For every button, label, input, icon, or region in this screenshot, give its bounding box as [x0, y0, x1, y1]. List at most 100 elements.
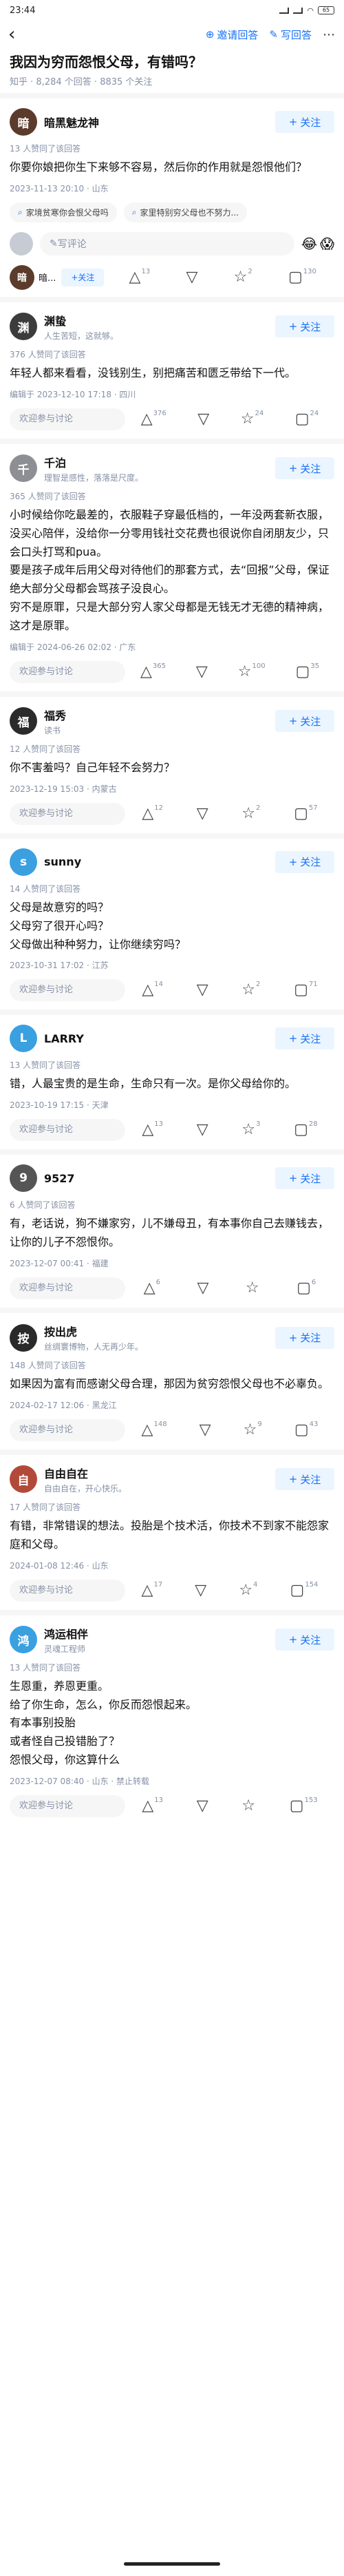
author-name[interactable]: 按出虎 [44, 1323, 275, 1339]
question-title[interactable]: 我因为穷而怨恨父母，有错吗？ [10, 52, 334, 72]
downvote-button[interactable]: ▽ [196, 664, 208, 680]
answer-body[interactable]: 你要你娘把你生下来够不容易，然后你的作用就是怨恨他们？ [10, 158, 334, 177]
author-name[interactable]: 鸿运相伴 [44, 1625, 275, 1642]
back-arrow-icon[interactable]: ‹ [8, 25, 29, 43]
comment-button[interactable]: ▢ 35 [295, 662, 319, 680]
author-name[interactable]: 暗黑魅龙神 [44, 114, 275, 130]
avatar[interactable]: 暗 [10, 264, 34, 290]
follow-button[interactable]: + 关注 [275, 710, 334, 733]
write-answer-button[interactable]: ✎ 写回答 [269, 28, 312, 42]
answer-body[interactable]: 你不害羞吗？自己年轻不会努力？ [10, 759, 334, 777]
follow-button[interactable]: + 关注 [275, 1027, 334, 1050]
home-indicator[interactable] [124, 2562, 220, 2566]
comment-input[interactable]: 欢迎参与讨论 [10, 1418, 125, 1441]
comment-button[interactable]: ▢ 154 [290, 1581, 319, 1598]
author-name[interactable]: 渊蛰 [44, 312, 275, 328]
favorite-button[interactable]: ☆ 24 [241, 410, 264, 427]
favorite-button[interactable]: ☆ 9 [244, 1421, 262, 1438]
comment-button[interactable]: ▢ 24 [295, 410, 319, 427]
answer-count[interactable]: 8,284 个回答 [30, 77, 92, 87]
answer-body[interactable]: 有错，非常错误的想法。投胎是个技术活，你技术不到家不能怨家庭和父母。 [10, 1517, 334, 1554]
downvote-button[interactable]: ▽ [195, 1582, 206, 1598]
comment-input[interactable]: 欢迎参与讨论 [10, 1579, 125, 1602]
comment-button[interactable]: ▢ 6 [297, 1279, 316, 1296]
downvote-button[interactable]: ▽ [186, 269, 197, 285]
comment-input[interactable]: 欢迎参与讨论 [10, 408, 125, 430]
follow-button[interactable]: + 关注 [275, 1167, 334, 1190]
avatar[interactable]: 鸿 [10, 1626, 37, 1654]
favorite-button[interactable]: ☆ [241, 1799, 256, 1814]
avatar[interactable]: 自 [10, 1465, 37, 1494]
comment-button[interactable]: ▢ 43 [294, 1421, 319, 1438]
upvote-button[interactable]: △ 12 [142, 804, 163, 821]
upvote-button[interactable]: △ 148 [142, 1421, 167, 1438]
related-question-tag[interactable]: ⌕ 家里特别穷父母也不努力... [123, 202, 247, 222]
comment-button[interactable]: ▢ 28 [294, 1121, 318, 1138]
comment-button[interactable]: ▢ 153 [290, 1797, 318, 1814]
question-source[interactable]: 知乎 [10, 77, 28, 87]
answer-body[interactable]: 父母是故意穷的吗？ 父母穷了很开心吗？ 父母做出种种努力，让你继续穷吗？ [10, 899, 334, 954]
avatar[interactable]: 按 [10, 1323, 37, 1352]
follow-button[interactable]: + 关注 [61, 268, 105, 286]
comment-input[interactable]: 欢迎参与讨论 [10, 1277, 125, 1299]
follow-button[interactable]: + 关注 [275, 1468, 334, 1491]
more-icon[interactable]: ⋯ [323, 28, 336, 42]
related-question-tag[interactable]: ⌕ 家境贫寒你会恨父母吗 [10, 202, 117, 222]
author-name[interactable]: 福秀 [44, 706, 275, 723]
downvote-button[interactable]: ▽ [200, 1422, 211, 1438]
favorite-button[interactable]: ☆ 2 [241, 981, 260, 998]
emoji-icon[interactable]: 😂 [301, 235, 317, 252]
follow-button[interactable]: + 关注 [275, 457, 334, 480]
follow-button[interactable]: + 关注 [275, 1326, 334, 1349]
author-name[interactable]: 千泊 [44, 454, 275, 470]
follow-button[interactable]: + 关注 [275, 315, 334, 338]
comment-input[interactable]: 欢迎参与讨论 [10, 660, 125, 683]
downvote-button[interactable]: ▽ [197, 983, 208, 998]
upvote-button[interactable]: △ 365 [140, 662, 166, 680]
avatar[interactable]: s [10, 848, 37, 876]
author-name[interactable]: LARRY [44, 1032, 275, 1045]
comment-input[interactable]: 欢迎参与讨论 [10, 802, 125, 825]
upvote-button[interactable]: △ 17 [142, 1581, 163, 1598]
downvote-button[interactable]: ▽ [197, 1122, 208, 1138]
avatar[interactable]: L [10, 1025, 37, 1053]
follow-button[interactable]: + 关注 [275, 850, 334, 873]
favorite-button[interactable]: ☆ 4 [239, 1581, 257, 1598]
favorite-button[interactable]: ☆ 2 [241, 804, 260, 821]
answer-body[interactable]: 如果因为富有而感谢父母合理，那因为贫穷怨恨父母也不必辜负。 [10, 1375, 334, 1394]
comment-button[interactable]: ▢ 130 [288, 268, 316, 285]
comment-input[interactable]: 欢迎参与讨论 [10, 979, 125, 1002]
avatar[interactable]: 暗 [10, 108, 37, 136]
avatar[interactable]: 9 [10, 1164, 37, 1193]
favorite-button[interactable]: ☆ 2 [234, 268, 252, 285]
comment-button[interactable]: ▢ 57 [294, 804, 318, 821]
upvote-button[interactable]: △ 376 [141, 410, 166, 427]
author-name[interactable]: 自由自在 [44, 1465, 275, 1481]
follow-button[interactable]: + 关注 [275, 1629, 334, 1651]
favorite-button[interactable]: ☆ [246, 1281, 260, 1296]
downvote-button[interactable]: ▽ [197, 806, 208, 821]
answer-body[interactable]: 年轻人都来看看，没钱别生，别把痛苦和匮乏带给下一代。 [10, 364, 334, 383]
downvote-button[interactable]: ▽ [197, 1281, 209, 1296]
comment-input[interactable]: 欢迎参与讨论 [10, 1119, 125, 1142]
avatar[interactable]: 渊 [10, 313, 37, 341]
comment-input[interactable]: 欢迎参与讨论 [10, 1795, 125, 1817]
downvote-button[interactable]: ▽ [197, 411, 209, 427]
upvote-button[interactable]: △ 13 [142, 1797, 163, 1814]
follow-button[interactable]: + 关注 [275, 111, 334, 133]
comment-button[interactable]: ▢ 71 [294, 981, 318, 998]
emoji-icon[interactable]: 😱 [320, 235, 334, 252]
answer-body[interactable]: 有，老话说，狗不嫌家穷，儿不嫌母丑，有本事你自己去赚钱去，让你的儿子不怨恨你。 [10, 1215, 334, 1252]
favorite-button[interactable]: ☆ 100 [238, 662, 266, 680]
avatar[interactable]: 福 [10, 707, 37, 735]
favorite-button[interactable]: ☆ 3 [241, 1121, 260, 1138]
upvote-button[interactable]: △ 13 [129, 268, 151, 285]
upvote-button[interactable]: △ 13 [142, 1121, 163, 1138]
upvote-button[interactable]: △ 6 [144, 1279, 160, 1296]
upvote-button[interactable]: △ 14 [142, 981, 163, 998]
answer-body[interactable]: 生恩重，养恩更重。 给了你生命，怎么，你反而怨恨起来。 有本事别投胎 或者怪自己投错胎… [10, 1677, 334, 1770]
author-short-name[interactable]: 暗... [39, 271, 56, 284]
invite-answer-button[interactable]: ⊕ 邀请回答 [206, 28, 259, 42]
author-name[interactable]: sunny [44, 855, 275, 868]
avatar[interactable]: 千 [10, 454, 37, 483]
